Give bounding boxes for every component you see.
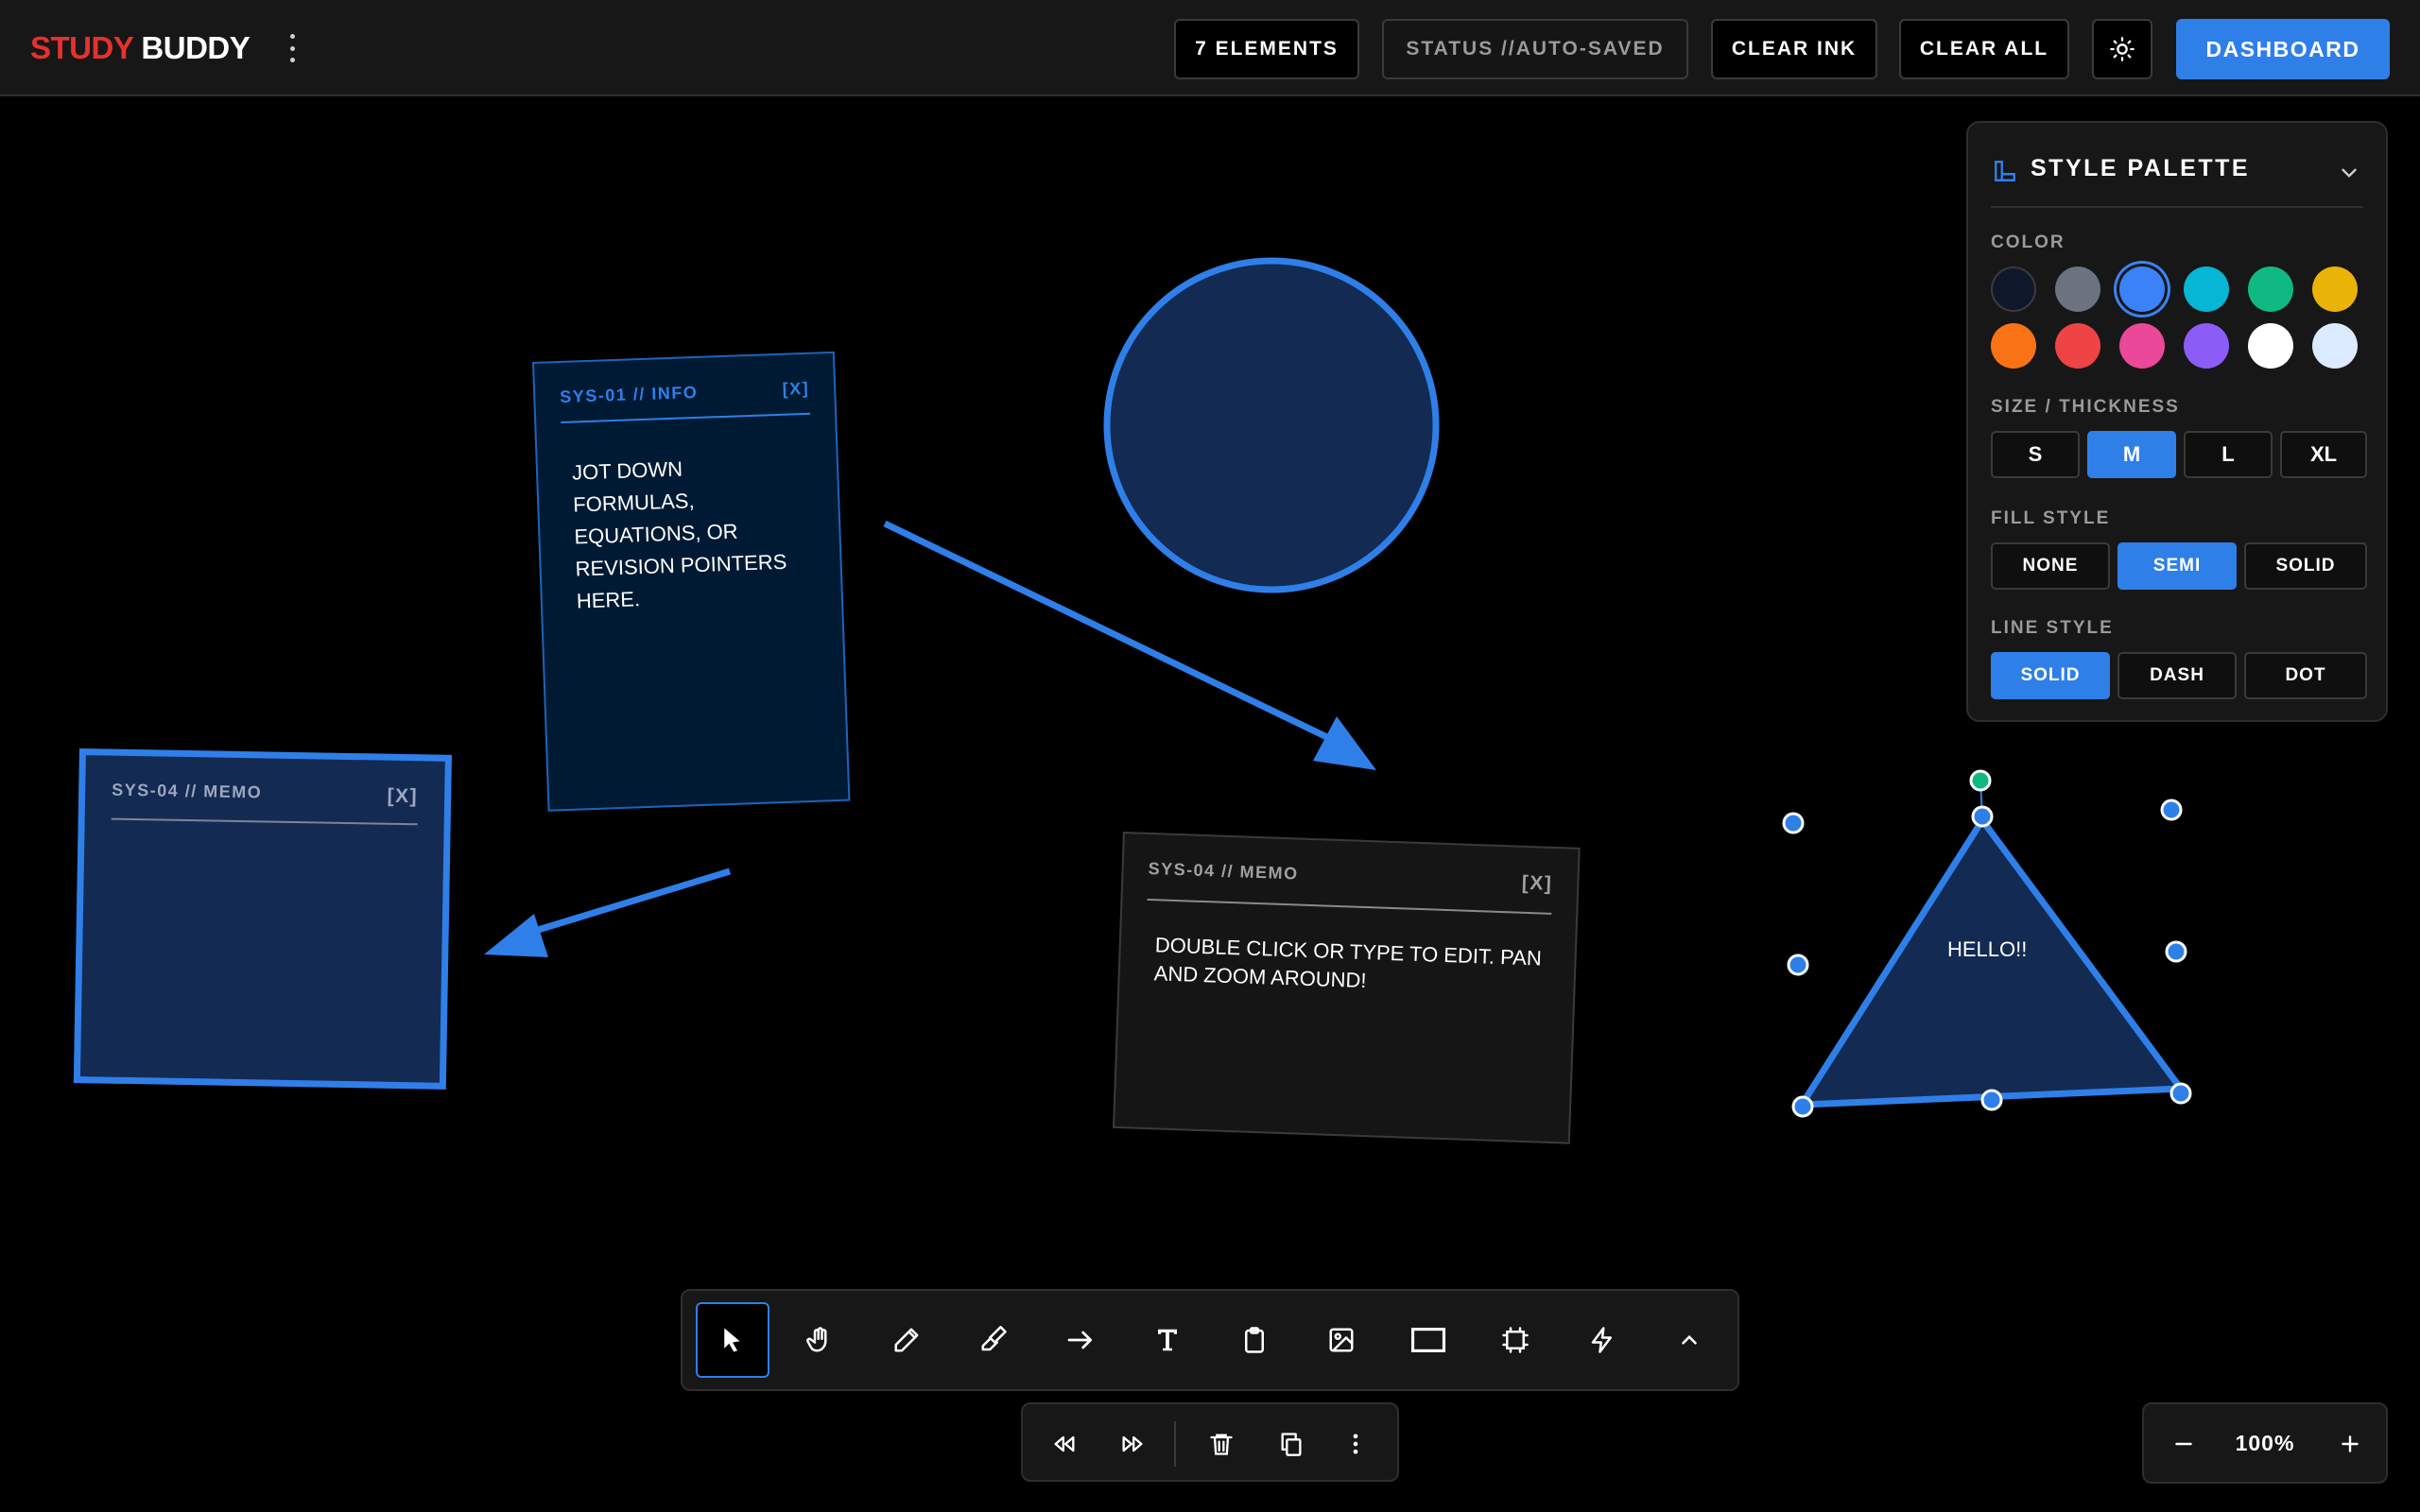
clipboard-tool[interactable] bbox=[1218, 1302, 1291, 1378]
frame-icon bbox=[1502, 1327, 1529, 1353]
undo-icon bbox=[1054, 1435, 1075, 1452]
select-icon bbox=[724, 1328, 740, 1352]
lightning-icon bbox=[1591, 1327, 1612, 1353]
note-memo-center-close-button[interactable]: [X] bbox=[1521, 872, 1552, 896]
more-actions-button[interactable] bbox=[1331, 1419, 1380, 1469]
tool-bar bbox=[681, 1289, 1739, 1391]
color-swatch-light-blue[interactable] bbox=[2312, 323, 2358, 369]
action-bar bbox=[1021, 1402, 1399, 1482]
note-memo-center-body[interactable]: DOUBLE CLICK OR TYPE TO EDIT. PAN AND ZO… bbox=[1153, 931, 1550, 1002]
note-info-close-button[interactable]: [X] bbox=[782, 379, 809, 400]
pencil-icon bbox=[894, 1328, 919, 1352]
line-dot-button[interactable]: DOT bbox=[2244, 652, 2367, 699]
frame-tool[interactable] bbox=[1478, 1302, 1552, 1378]
line-solid-button[interactable]: SOLID bbox=[1991, 652, 2110, 699]
note-memo-center-title: SYS-04 // MEMO bbox=[1148, 858, 1299, 884]
note-memo-left[interactable]: SYS-04 // MEMO [X] bbox=[73, 748, 452, 1090]
note-info-body[interactable]: JOT DOWN FORMULAS, EQUATIONS, OR REVISIO… bbox=[572, 450, 789, 618]
color-swatch-blue[interactable] bbox=[2119, 266, 2165, 312]
note-info[interactable]: SYS-01 // INFO [X] JOT DOWN FORMULAS, EQ… bbox=[532, 351, 851, 812]
fill-none-button[interactable]: NONE bbox=[1991, 542, 2110, 590]
color-swatch-cyan[interactable] bbox=[2184, 266, 2229, 312]
image-tool[interactable] bbox=[1305, 1302, 1378, 1378]
line-dash-button[interactable]: DASH bbox=[2118, 652, 2237, 699]
undo-button[interactable] bbox=[1040, 1419, 1089, 1469]
copy-icon bbox=[1281, 1433, 1302, 1456]
arrow-icon bbox=[1067, 1331, 1092, 1349]
select-tool[interactable] bbox=[696, 1302, 769, 1378]
duplicate-button[interactable] bbox=[1267, 1419, 1316, 1469]
triangle-shape[interactable] bbox=[1798, 816, 2185, 1108]
redo-button[interactable] bbox=[1108, 1419, 1157, 1469]
chevron-up-icon bbox=[1682, 1334, 1697, 1345]
rotate-handle bbox=[1969, 769, 1992, 792]
more-tools-button[interactable] bbox=[1652, 1302, 1726, 1378]
color-swatch-green[interactable] bbox=[2248, 266, 2293, 312]
highlighter-icon bbox=[981, 1326, 1007, 1351]
trash-icon bbox=[1210, 1434, 1233, 1455]
color-swatch-orange[interactable] bbox=[1991, 323, 2036, 369]
arrow-shape-left[interactable] bbox=[484, 868, 732, 957]
color-swatch-gray[interactable] bbox=[2055, 266, 2100, 312]
highlighter-tool[interactable] bbox=[957, 1302, 1030, 1378]
chevron-down-icon[interactable] bbox=[2337, 161, 2361, 185]
plus-icon bbox=[2342, 1435, 2359, 1452]
color-swatch-white[interactable] bbox=[2248, 323, 2293, 369]
note-info-title: SYS-01 // INFO bbox=[559, 382, 699, 406]
image-icon bbox=[1329, 1328, 1354, 1352]
triangle-label: HELLO!! bbox=[1947, 937, 2028, 961]
lightning-tool[interactable] bbox=[1565, 1302, 1639, 1378]
more-icon bbox=[1353, 1434, 1358, 1454]
delete-button[interactable] bbox=[1197, 1419, 1246, 1469]
hand-icon bbox=[806, 1327, 827, 1352]
redo-icon bbox=[1122, 1435, 1143, 1452]
action-divider bbox=[1174, 1421, 1176, 1467]
color-swatch-purple[interactable] bbox=[2184, 323, 2229, 369]
pencil-tool[interactable] bbox=[870, 1302, 943, 1378]
palette-icon bbox=[1995, 161, 2015, 181]
arrow-tool[interactable] bbox=[1044, 1302, 1117, 1378]
style-palette: STYLE PALETTE COLOR SIZE / THICKNESS S M… bbox=[1966, 121, 2388, 722]
size-l-button[interactable]: L bbox=[2184, 431, 2273, 478]
rectangle-tool[interactable] bbox=[1392, 1302, 1465, 1378]
text-tool[interactable] bbox=[1131, 1302, 1204, 1378]
fill-label: FILL STYLE bbox=[1991, 508, 2111, 528]
palette-title: STYLE PALETTE bbox=[2031, 155, 2251, 181]
zoom-control: 100% bbox=[2142, 1402, 2388, 1484]
hand-tool[interactable] bbox=[783, 1302, 856, 1378]
fill-solid-button[interactable]: SOLID bbox=[2244, 542, 2367, 590]
note-memo-left-title: SYS-04 // MEMO bbox=[112, 780, 263, 802]
circle-shape[interactable] bbox=[1103, 257, 1440, 593]
size-label: SIZE / THICKNESS bbox=[1991, 397, 2180, 417]
color-label: COLOR bbox=[1991, 232, 2066, 252]
clipboard-icon bbox=[1245, 1327, 1264, 1353]
text-icon bbox=[1158, 1329, 1177, 1351]
color-swatch-pink[interactable] bbox=[2119, 323, 2165, 369]
note-memo-left-close-button[interactable]: [X] bbox=[387, 785, 418, 809]
note-memo-center[interactable]: SYS-04 // MEMO [X] DOUBLE CLICK OR TYPE … bbox=[1113, 832, 1581, 1144]
color-swatch-navy[interactable] bbox=[1991, 266, 2036, 312]
line-style-label: LINE STYLE bbox=[1991, 618, 2114, 638]
color-swatch-red[interactable] bbox=[2055, 323, 2100, 369]
size-m-button[interactable]: M bbox=[2087, 431, 2176, 478]
zoom-in-button[interactable] bbox=[2329, 1423, 2371, 1465]
color-swatch-yellow[interactable] bbox=[2312, 266, 2358, 312]
size-xl-button[interactable]: XL bbox=[2280, 431, 2367, 478]
rectangle-icon bbox=[1410, 1328, 1446, 1352]
fill-semi-button[interactable]: SEMI bbox=[2118, 542, 2237, 590]
size-s-button[interactable]: S bbox=[1991, 431, 2080, 478]
